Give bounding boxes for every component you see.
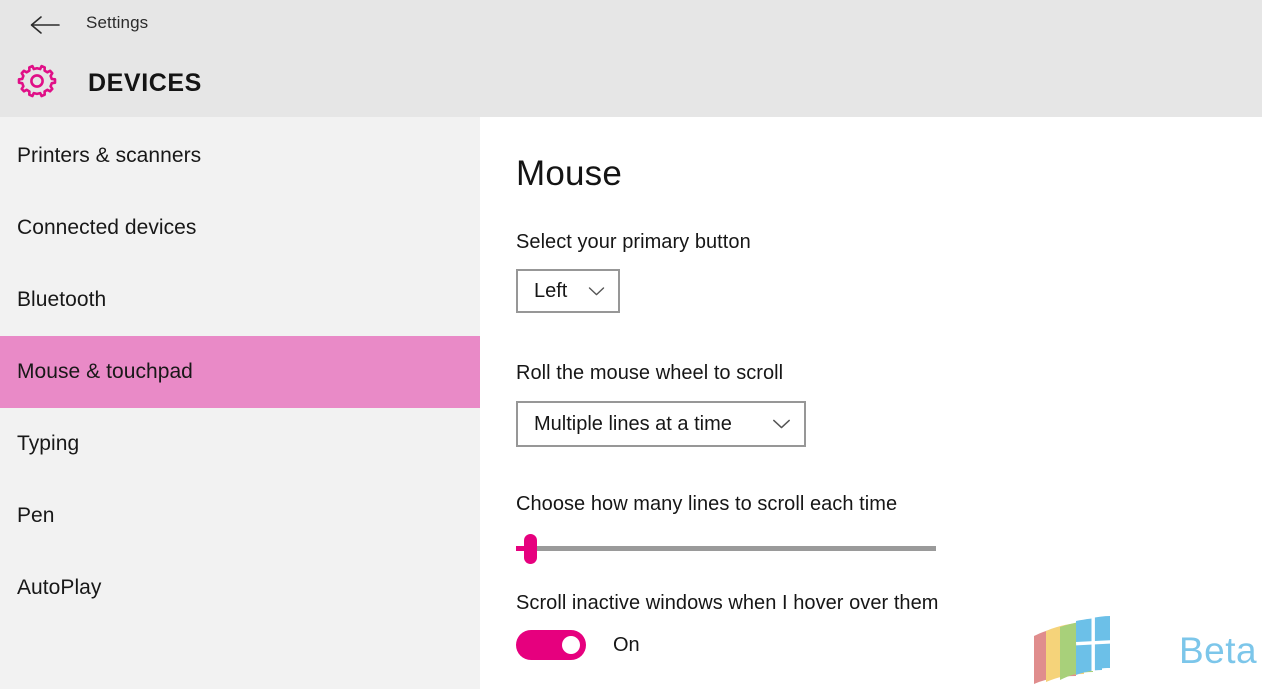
sidebar-item-label: Connected devices [17,216,197,239]
sidebar-item-autoplay[interactable]: AutoPlay [0,552,480,624]
window-header: Settings DEVICES [0,0,1262,117]
inactive-scroll-toggle[interactable] [516,630,586,660]
app-name-label: Settings [86,13,149,32]
lines-to-scroll-slider[interactable] [516,529,936,569]
sidebar-item-label: Printers & scanners [17,144,202,167]
toggle-state-label: On [613,633,640,656]
sidebar-item-printers-scanners[interactable]: Printers & scanners [0,120,480,192]
settings-sidebar: Printers & scanners Connected devices Bl… [0,117,480,689]
toggle-knob [562,636,580,654]
sidebar-item-pen[interactable]: Pen [0,480,480,552]
primary-button-value: Left [534,279,568,302]
primary-button-label: Select your primary button [516,231,751,253]
settings-window: Settings DEVICES Printers & scanners Con… [0,0,1262,689]
slider-track [516,546,936,551]
lines-slider-label: Choose how many lines to scroll each tim… [516,493,898,515]
wheel-scroll-value: Multiple lines at a time [534,412,732,435]
primary-button-dropdown[interactable]: Left [516,269,620,313]
wheel-scroll-dropdown[interactable]: Multiple lines at a time [516,401,806,447]
section-heading: Mouse [516,154,623,193]
page-title: DEVICES [88,69,202,97]
sidebar-item-label: Mouse & touchpad [17,360,193,383]
sidebar-item-label: AutoPlay [17,576,102,599]
sidebar-item-bluetooth[interactable]: Bluetooth [0,264,480,336]
inactive-scroll-toggle-row: On [516,630,640,660]
gear-icon [16,64,58,106]
back-button[interactable] [22,8,68,42]
chevron-down-icon [588,286,605,297]
sidebar-item-label: Bluetooth [17,288,107,311]
sidebar-item-label: Typing [17,432,80,455]
back-arrow-icon [28,14,62,36]
wheel-scroll-label: Roll the mouse wheel to scroll [516,362,784,384]
inactive-scroll-label: Scroll inactive windows when I hover ove… [516,592,939,614]
chevron-down-icon [772,418,791,430]
settings-content-pane: Mouse Select your primary button Left Ro… [480,117,1262,689]
slider-thumb[interactable] [524,534,537,564]
sidebar-item-connected-devices[interactable]: Connected devices [0,192,480,264]
sidebar-item-mouse-touchpad[interactable]: Mouse & touchpad [0,336,480,408]
sidebar-item-typing[interactable]: Typing [0,408,480,480]
sidebar-item-label: Pen [17,504,55,527]
